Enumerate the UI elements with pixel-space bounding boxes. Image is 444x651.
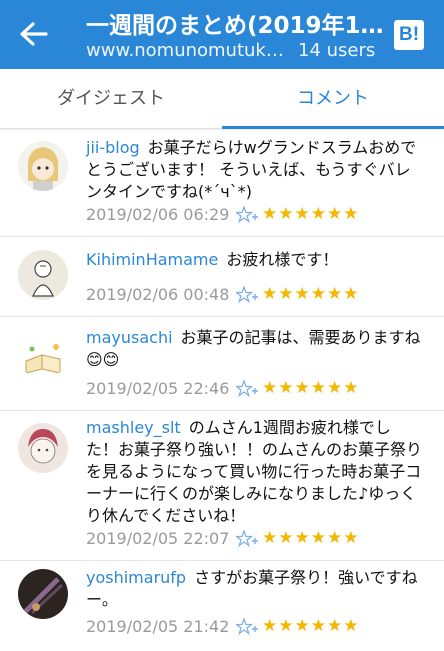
star-rating: ★★★★★★: [262, 204, 360, 224]
star-rating: ★★★★★★: [262, 616, 360, 636]
comment-text: お疲れ様です！: [226, 250, 339, 269]
add-star-icon[interactable]: [234, 205, 258, 224]
avatar[interactable]: [18, 141, 68, 191]
comment-timestamp: 2019/02/06 00:48: [86, 285, 230, 304]
avatar[interactable]: [18, 329, 68, 379]
avatar[interactable]: [18, 423, 68, 473]
comment-username[interactable]: mashley_slt: [86, 418, 181, 437]
app-header: 一週間のまとめ(2019年1… www.nomunomutuk… 14 user…: [0, 0, 444, 69]
page-url[interactable]: www.nomunomutuk…: [86, 40, 282, 61]
hatena-bookmark-logo[interactable]: B!: [394, 20, 424, 50]
tab-digest[interactable]: ダイジェスト: [0, 69, 222, 129]
star-rating: ★★★★★★: [262, 284, 360, 304]
star-rating: ★★★★★★: [262, 378, 360, 398]
add-star-icon[interactable]: [234, 617, 258, 636]
add-star-icon[interactable]: [234, 379, 258, 398]
comment-timestamp: 2019/02/05 22:46: [86, 379, 230, 398]
comment-username[interactable]: mayusachi: [86, 328, 173, 347]
add-star-icon[interactable]: [234, 529, 258, 548]
comment-item: yoshimarufp さすがお菓子祭り！強いですねー。 2019/02/05 2…: [0, 561, 444, 651]
comment-username[interactable]: KihiminHamame: [86, 250, 218, 269]
star-rating: ★★★★★★: [262, 528, 360, 548]
comment-username[interactable]: yoshimarufp: [86, 568, 186, 587]
comment-timestamp: 2019/02/05 21:42: [86, 617, 230, 636]
comment-item: jii-blog お菓子だらけwグランドスラムおめでとうございます！ そういえば、…: [0, 131, 444, 237]
active-tab-indicator: [222, 126, 444, 129]
comment-item: KihiminHamame お疲れ様です！ 2019/02/06 00:48 ★★…: [0, 237, 444, 317]
avatar[interactable]: [18, 250, 68, 300]
tab-comments[interactable]: コメント: [222, 69, 444, 129]
comment-item: mashley_slt のムさん1週間お疲れ様でした！お菓子祭り強い！！のムさんの…: [0, 411, 444, 561]
comment-username[interactable]: jii-blog: [86, 138, 140, 157]
comment-item: mayusachi お菓子の記事は、需要ありますね😊😊 2019/02/05 22…: [0, 317, 444, 411]
add-star-icon[interactable]: [234, 285, 258, 304]
back-arrow-icon[interactable]: [16, 18, 50, 50]
comment-timestamp: 2019/02/05 22:07: [86, 529, 230, 548]
tab-bar: ダイジェスト コメント: [0, 69, 444, 129]
user-count[interactable]: 14 users: [298, 40, 375, 61]
avatar[interactable]: [18, 569, 68, 619]
page-title: 一週間のまとめ(2019年1…: [86, 13, 384, 39]
comment-timestamp: 2019/02/06 06:29: [86, 205, 230, 224]
